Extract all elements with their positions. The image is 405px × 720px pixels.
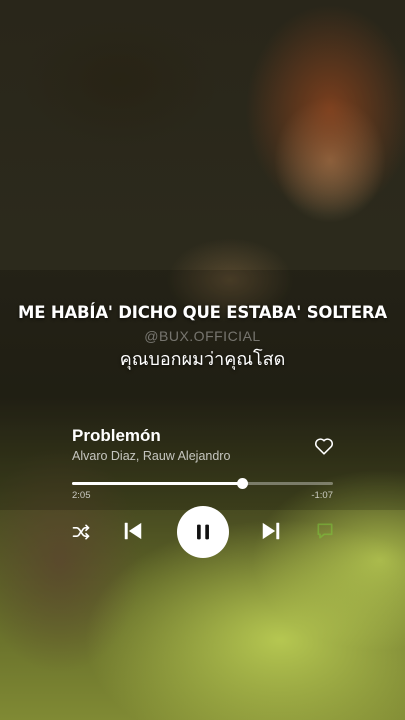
song-title[interactable]: Problemón <box>72 426 161 446</box>
pause-icon <box>197 524 209 540</box>
lyric-translation: คุณบอกผมว่าคุณโสด <box>119 349 286 370</box>
skip-next-icon <box>262 522 280 540</box>
pause-button[interactable] <box>177 506 229 558</box>
progress-bar[interactable] <box>72 478 333 489</box>
like-button[interactable] <box>313 435 335 457</box>
speech-bubble-icon <box>317 523 333 539</box>
shuffle-button[interactable] <box>70 521 92 543</box>
artist-names[interactable]: Alvaro Diaz, Rauw Alejandro <box>72 449 230 463</box>
lyric-line: ME HABÍA' DICHO QUE ESTABA' SOLTERA <box>18 303 387 322</box>
progress-fill <box>72 482 242 485</box>
progress-handle[interactable] <box>236 478 248 489</box>
watermark: @BUX.OFFICIAL <box>144 328 261 344</box>
previous-button[interactable] <box>121 519 145 543</box>
elapsed-time: 2:05 <box>72 490 91 501</box>
next-button[interactable] <box>259 519 283 543</box>
remaining-time: -1:07 <box>311 490 333 501</box>
heart-outline-icon <box>315 438 333 455</box>
shuffle-icon <box>72 524 90 540</box>
lyrics-button[interactable] <box>314 520 336 542</box>
skip-previous-icon <box>124 522 142 540</box>
